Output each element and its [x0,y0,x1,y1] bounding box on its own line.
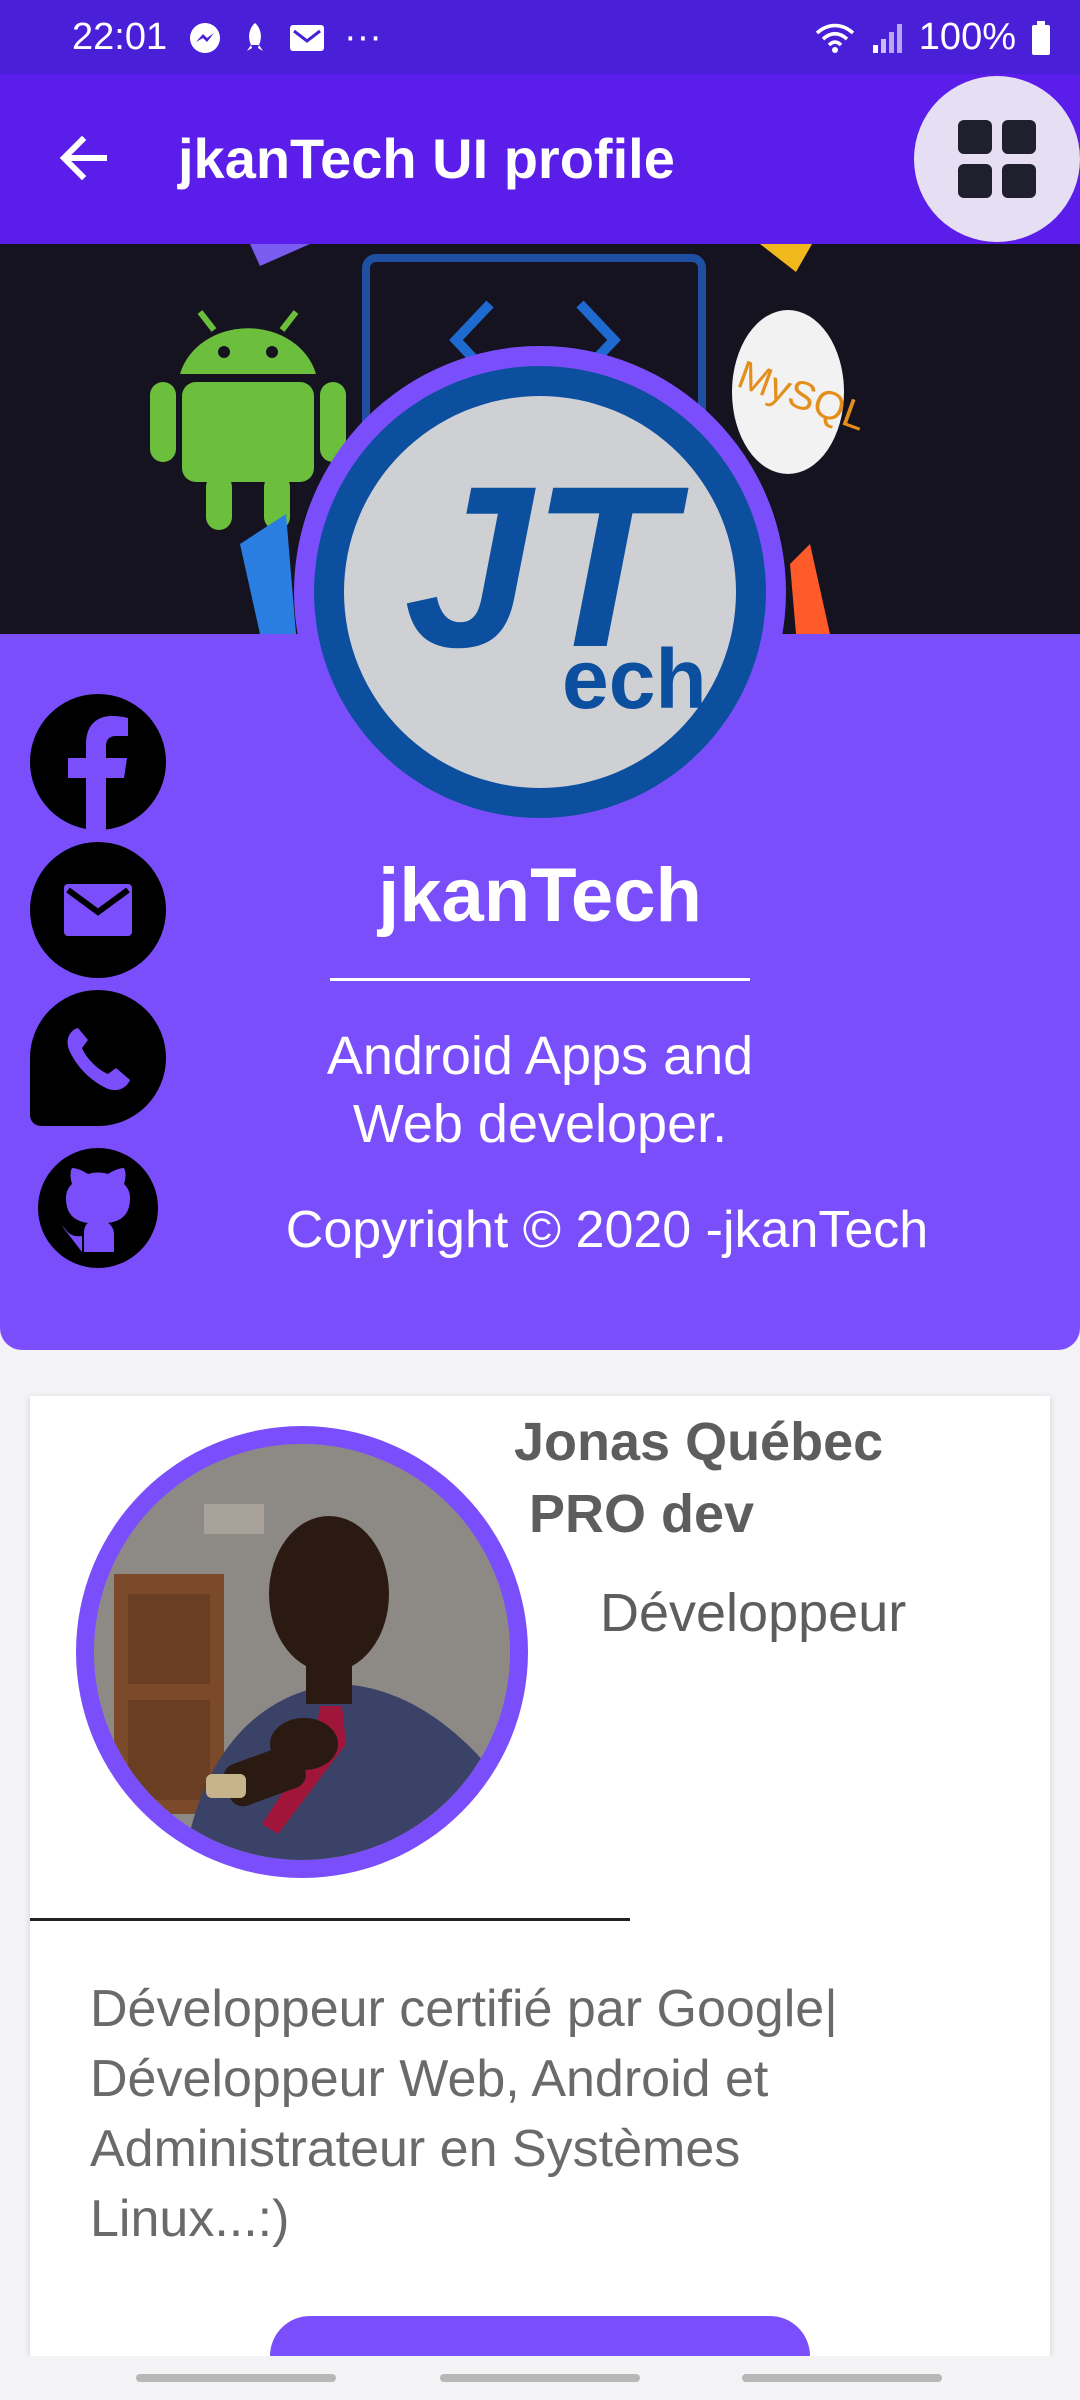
developer-photo [94,1444,510,1860]
jtech-logo: JT ech [404,438,707,726]
nav-home[interactable] [440,2374,640,2382]
developer-name: Jonas Québec PRO dev [514,1406,883,1550]
developer-avatar [76,1426,528,1878]
grid-icon [958,120,1036,198]
menu-grid-button[interactable] [914,76,1080,242]
status-right: 100% [813,16,1052,59]
status-time: 22:01 [72,16,168,58]
arrow-back-icon[interactable] [52,126,116,190]
signal-icon [872,23,902,53]
facebook-button[interactable] [30,694,166,830]
developer-name-line1: Jonas Québec [514,1412,884,1472]
rocket-icon [247,22,263,51]
developer-card: Jonas Québec PRO dev Développeur Dévelop… [30,1396,1050,2396]
whatsapp-button[interactable] [30,990,166,1126]
developer-name-line2: PRO dev [514,1484,755,1544]
more-notifications: ··· [344,16,382,58]
battery-percent: 100% [918,16,1016,58]
logo-text-small: ech [562,632,707,726]
copyright-text: Copyright © 2020 -jkanTech [285,1201,929,1259]
page-title: jkanTech UI profile [178,127,675,190]
name-divider [330,978,750,981]
developer-description: Développeur certifié par Google| Dévelop… [90,1980,838,2248]
developer-role: Développeur [600,1583,907,1643]
notification-icons: ··· [188,16,382,59]
mail-icon [290,24,324,51]
nav-back[interactable] [742,2374,942,2382]
logo-avatar: JT ech [294,346,786,838]
messenger-icon [190,22,220,53]
whatsapp-icon [67,1028,130,1091]
status-bar: 22:01 ··· 100% [0,0,1080,74]
nav-recents[interactable] [136,2374,336,2382]
battery-icon [1032,20,1050,55]
facebook-icon [68,716,128,830]
card-divider [30,1918,630,1921]
profile-name: jkanTech [378,853,702,938]
wifi-icon [815,23,854,53]
system-navigation-bar [0,2356,1080,2400]
profile-tagline: Android Apps and Web developer. [326,1026,754,1154]
mysql-icon: MySQL [732,310,872,474]
